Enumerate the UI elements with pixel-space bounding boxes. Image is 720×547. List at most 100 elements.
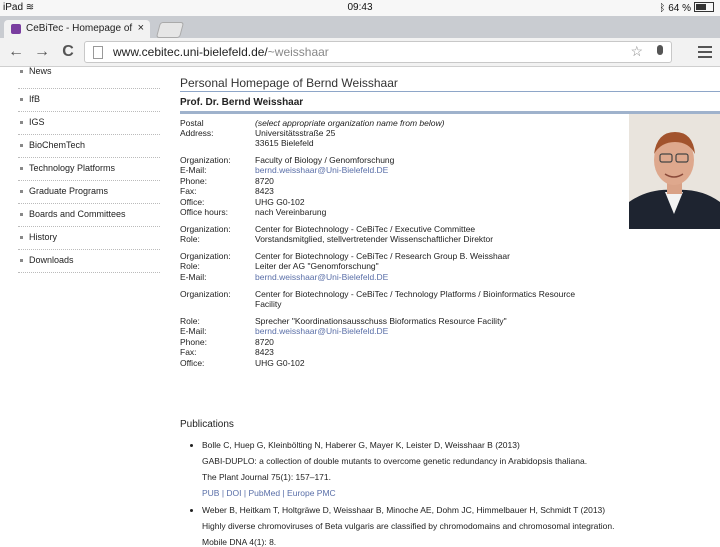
sidebar-item-news[interactable]: News [18, 66, 160, 89]
close-tab-icon[interactable]: × [138, 22, 144, 34]
info-label: Role: [180, 261, 200, 271]
info-label: Phone: [180, 176, 207, 186]
menu-button[interactable] [698, 43, 712, 61]
bullet-icon [20, 144, 23, 147]
info-label: Postal [180, 118, 204, 128]
person-name: Prof. Dr. Bernd Weisshaar [180, 97, 304, 108]
microphone-icon[interactable] [657, 45, 663, 55]
info-value: 8423 [255, 347, 274, 357]
address-bar[interactable]: www.cebitec.uni-bielefeld.de/~weisshaar … [84, 41, 672, 63]
bookmark-star-icon[interactable]: ☆ [630, 43, 643, 60]
publication-links-text[interactable]: PUB | DOI | PubMed | Europe PMC [202, 488, 336, 498]
info-value: 8423 [255, 186, 274, 196]
info-value: UHG G0-102 [255, 358, 305, 368]
publication-authors-text: Bolle C, Huep G, Kleinbölting N, Haberer… [202, 440, 520, 450]
info-value: Center for Biotechnology - CeBiTec / Exe… [255, 224, 476, 234]
email-link[interactable]: bernd.weisshaar@Uni-Bielefeld.DE [255, 165, 388, 175]
browser-toolbar: ← → C www.cebitec.uni-bielefeld.de/~weis… [0, 38, 720, 67]
page-title: Personal Homepage of Bernd Weisshaar [180, 76, 398, 90]
info-value: Universitätsstraße 25 [255, 128, 336, 138]
info-value: 33615 Bielefeld [255, 138, 314, 148]
info-label: E-Mail: [180, 272, 207, 282]
info-value: 8720 [255, 176, 274, 186]
page-icon [93, 46, 103, 59]
info-label: Organization: [180, 251, 231, 261]
tab-strip: CeBiTec - Homepage of B × [0, 16, 720, 38]
browser-tab[interactable]: CeBiTec - Homepage of B × [4, 20, 150, 38]
info-label: Role: [180, 316, 200, 326]
email-link[interactable]: bernd.weisshaar@Uni-Bielefeld.DE [255, 326, 388, 336]
info-value: Center for Biotechnology - CeBiTec / Res… [255, 251, 510, 261]
tab-title: CeBiTec - Homepage of B [26, 23, 134, 34]
sidebar-item-igs[interactable]: IGS [18, 112, 160, 135]
info-value: Center for Biotechnology - CeBiTec / Tec… [255, 289, 576, 299]
sidebar-item-label: Boards and Committees [29, 209, 126, 219]
sidebar-item-downloads[interactable]: Downloads [18, 250, 160, 273]
bullet-icon [190, 509, 193, 512]
info-value: UHG G0-102 [255, 197, 305, 207]
bullet-icon [190, 444, 193, 447]
bullet-icon [20, 98, 23, 101]
info-label: Role: [180, 234, 200, 244]
info-label: E-Mail: [180, 165, 207, 175]
info-label: Phone: [180, 337, 207, 347]
bullet-icon [20, 121, 23, 124]
bullet-icon [20, 190, 23, 193]
sidebar-item-label: News [29, 66, 52, 76]
info-value: 8720 [255, 337, 274, 347]
portrait-photo [629, 114, 720, 229]
reload-button[interactable]: C [58, 42, 78, 62]
new-tab-button[interactable] [155, 22, 185, 38]
info-label: Organization: [180, 289, 231, 299]
sidebar-item-boards-and-committees[interactable]: Boards and Committees [18, 204, 160, 227]
sidebar-item-label: Graduate Programs [29, 186, 109, 196]
info-label: Organization: [180, 224, 231, 234]
sidebar-item-technology-platforms[interactable]: Technology Platforms [18, 158, 160, 181]
sidebar-item-label: IfB [29, 94, 41, 104]
publication-title-text: GABI-DUPLO: a collection of double mutan… [202, 456, 588, 466]
info-label: Address: [180, 128, 214, 138]
bluetooth-icon: ᛒ [659, 3, 666, 14]
bullet-icon [20, 213, 23, 216]
info-label: Office: [180, 197, 205, 207]
publication-journal-text: Mobile DNA 4(1): 8. [202, 537, 277, 547]
sidebar-item-label: BioChemTech [29, 140, 86, 150]
sidebar-item-biochemtech[interactable]: BioChemTech [18, 135, 160, 158]
info-label: Office: [180, 358, 205, 368]
back-button[interactable]: ← [6, 42, 26, 62]
bullet-icon [20, 259, 23, 262]
email-link[interactable]: bernd.weisshaar@Uni-Bielefeld.DE [255, 272, 388, 282]
battery-icon [694, 2, 714, 12]
info-label: E-Mail: [180, 326, 207, 336]
info-value: (select appropriate organization name fr… [255, 118, 445, 128]
sidebar-item-label: Downloads [29, 255, 74, 265]
clock: 09:43 [347, 2, 373, 13]
publication-title-text: Highly diverse chromoviruses of Beta vul… [202, 521, 615, 531]
info-value: Leiter der AG "Genomforschung" [255, 261, 379, 271]
bullet-icon [20, 70, 23, 73]
sidebar-item-history[interactable]: History [18, 227, 160, 250]
divider [180, 91, 720, 92]
info-value: Faculty of Biology / Genomforschung [255, 155, 395, 165]
status-bar: iPad ≋ 09:43 ᛒ 64 % [0, 0, 720, 16]
battery-status: ᛒ 64 % [659, 2, 714, 14]
sidebar-item-ifb[interactable]: IfB [18, 89, 160, 112]
sidebar-item-label: History [29, 232, 58, 242]
info-value: nach Vereinbarung [255, 207, 327, 217]
bullet-icon [20, 236, 23, 239]
sidebar-nav: News IfB IGS BioChemTech Technology Platform… [18, 66, 160, 273]
info-value: Sprecher "Koordinationsausschuss Bioform… [255, 316, 507, 326]
info-label: Office hours: [180, 207, 229, 217]
info-label: Organization: [180, 155, 231, 165]
url-text[interactable]: www.cebitec.uni-bielefeld.de/~weisshaar [113, 45, 329, 59]
bullet-icon [20, 167, 23, 170]
publications-heading: Publications [180, 419, 234, 430]
info-label: Fax: [180, 186, 197, 196]
info-value: Facility [255, 299, 282, 309]
sidebar-item-label: IGS [29, 117, 45, 127]
publication-journal-text: The Plant Journal 75(1): 157–171. [202, 472, 332, 482]
forward-button[interactable]: → [32, 42, 52, 62]
sidebar-item-label: Technology Platforms [29, 163, 116, 173]
sidebar-item-graduate-programs[interactable]: Graduate Programs [18, 181, 160, 204]
favicon-icon [11, 24, 21, 34]
